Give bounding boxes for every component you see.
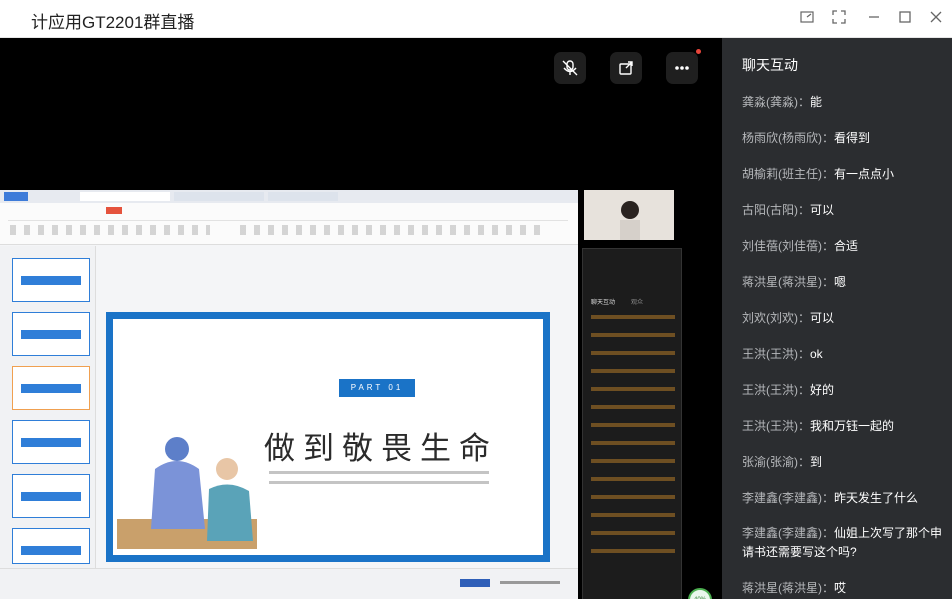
status-bar bbox=[0, 568, 578, 599]
chat-message: 古阳(古阳)：可以 bbox=[742, 203, 835, 217]
mic-off-icon[interactable] bbox=[554, 52, 586, 84]
fullscreen-icon[interactable] bbox=[829, 9, 849, 29]
window-title: 计应用GT2201群直播 bbox=[31, 13, 195, 32]
slide-thumb[interactable] bbox=[12, 258, 90, 302]
slide-thumb[interactable] bbox=[12, 528, 90, 564]
maximize-icon[interactable] bbox=[895, 9, 915, 29]
chat-panel: 聊天互动 龚淼(龚淼)：能 杨雨欣(杨雨欣)：看得到 胡榆莉(班主任)：有一点点… bbox=[722, 38, 952, 599]
chat-message: 蒋洪星(蒋洪星)：哎 bbox=[742, 581, 847, 595]
slide-thumb[interactable] bbox=[12, 366, 90, 410]
chat-message: 刘欢(刘欢)：可以 bbox=[742, 311, 835, 325]
zoom-level-badge[interactable]: 40% bbox=[688, 588, 712, 599]
notification-dot bbox=[696, 49, 701, 54]
chat-message: 龚淼(龚淼)：能 bbox=[742, 95, 823, 109]
slide-title: 做到敬畏生命 bbox=[264, 431, 498, 467]
chat-message: 王洪(王洪)：好的 bbox=[742, 383, 835, 397]
chat-message: 张渝(张渝)：到 bbox=[742, 455, 823, 469]
chat-message: 王洪(王洪)：ok bbox=[742, 347, 823, 361]
minimize-icon[interactable] bbox=[864, 9, 884, 29]
popout-icon[interactable] bbox=[797, 9, 817, 29]
mini-chat-panel: 聊天互动 观众 bbox=[582, 248, 682, 599]
chat-message: 李建鑫(李建鑫)：仙姐上次写了那个申请书还需要写这个吗? bbox=[742, 526, 943, 559]
main-slide: PART 01 做到敬畏生命 bbox=[106, 312, 550, 562]
office-ribbon[interactable] bbox=[0, 203, 578, 245]
browser-tabs bbox=[0, 190, 578, 203]
slide-thumbnails[interactable] bbox=[0, 246, 96, 568]
illustration bbox=[117, 437, 257, 549]
close-icon[interactable] bbox=[926, 9, 946, 29]
chat-message: 胡榆莉(班主任)：有一点点小 bbox=[742, 167, 895, 181]
shared-screen[interactable]: PART 01 做到敬畏生命 bbox=[0, 190, 578, 599]
video-stage: PART 01 做到敬畏生命 聊天互动 观众 40% bbox=[0, 38, 722, 599]
slide-thumb[interactable] bbox=[12, 312, 90, 356]
title-bar: 计应用GT2201群直播 bbox=[0, 0, 952, 38]
chat-message: 刘佳蓓(刘佳蓓)：合适 bbox=[742, 239, 859, 253]
chat-message: 蒋洪星(蒋洪星)：嗯 bbox=[742, 275, 847, 289]
webcam-thumbnail bbox=[584, 190, 674, 240]
chat-heading: 聊天互动 bbox=[742, 57, 798, 73]
share-screen-icon[interactable] bbox=[610, 52, 642, 84]
chat-message: 王洪(王洪)：我和万钰一起的 bbox=[742, 419, 895, 433]
chat-message: 李建鑫(李建鑫)：昨天发生了什么 bbox=[742, 491, 919, 505]
slide-thumb[interactable] bbox=[12, 474, 90, 518]
slide-thumb[interactable] bbox=[12, 420, 90, 464]
more-icon[interactable] bbox=[666, 52, 698, 84]
chat-message: 杨雨欣(杨雨欣)：看得到 bbox=[742, 131, 871, 145]
part-badge: PART 01 bbox=[339, 379, 415, 397]
